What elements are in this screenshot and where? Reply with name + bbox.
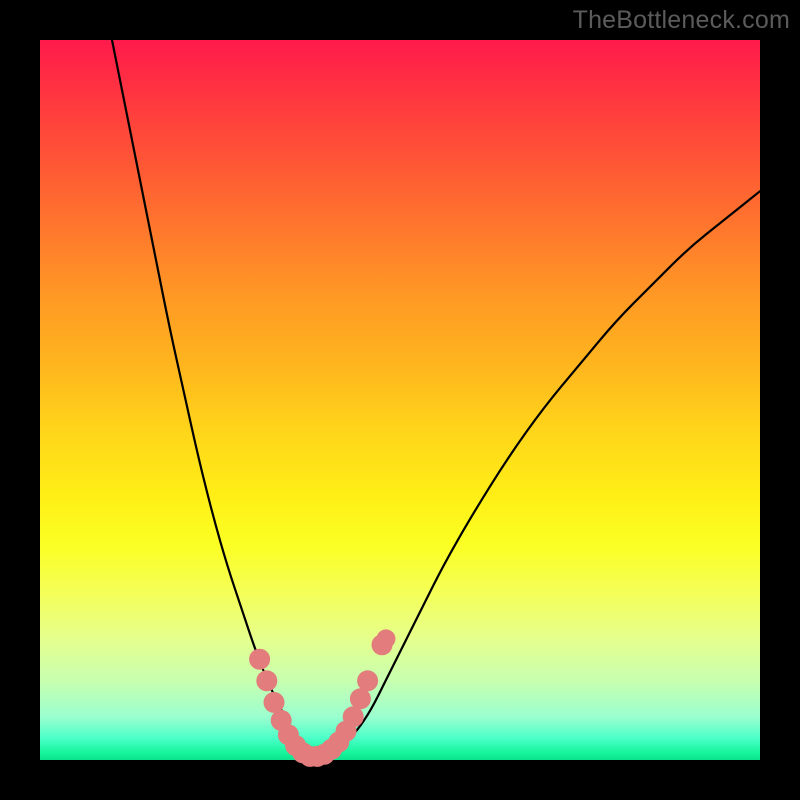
marker-dot [249,649,270,670]
marker-dot [350,688,371,709]
marker-dot [256,670,277,691]
marker-dot [264,692,285,713]
plot-area [40,40,760,760]
curve-right-branch [314,191,760,756]
curve-left-branch [112,40,314,756]
marker-dot-outlier [377,629,396,648]
marker-group [249,629,395,767]
curves-svg [40,40,760,760]
marker-dot [343,706,364,727]
chart-frame: TheBottleneck.com [0,0,800,800]
marker-dot [357,670,378,691]
watermark-text: TheBottleneck.com [573,6,790,35]
